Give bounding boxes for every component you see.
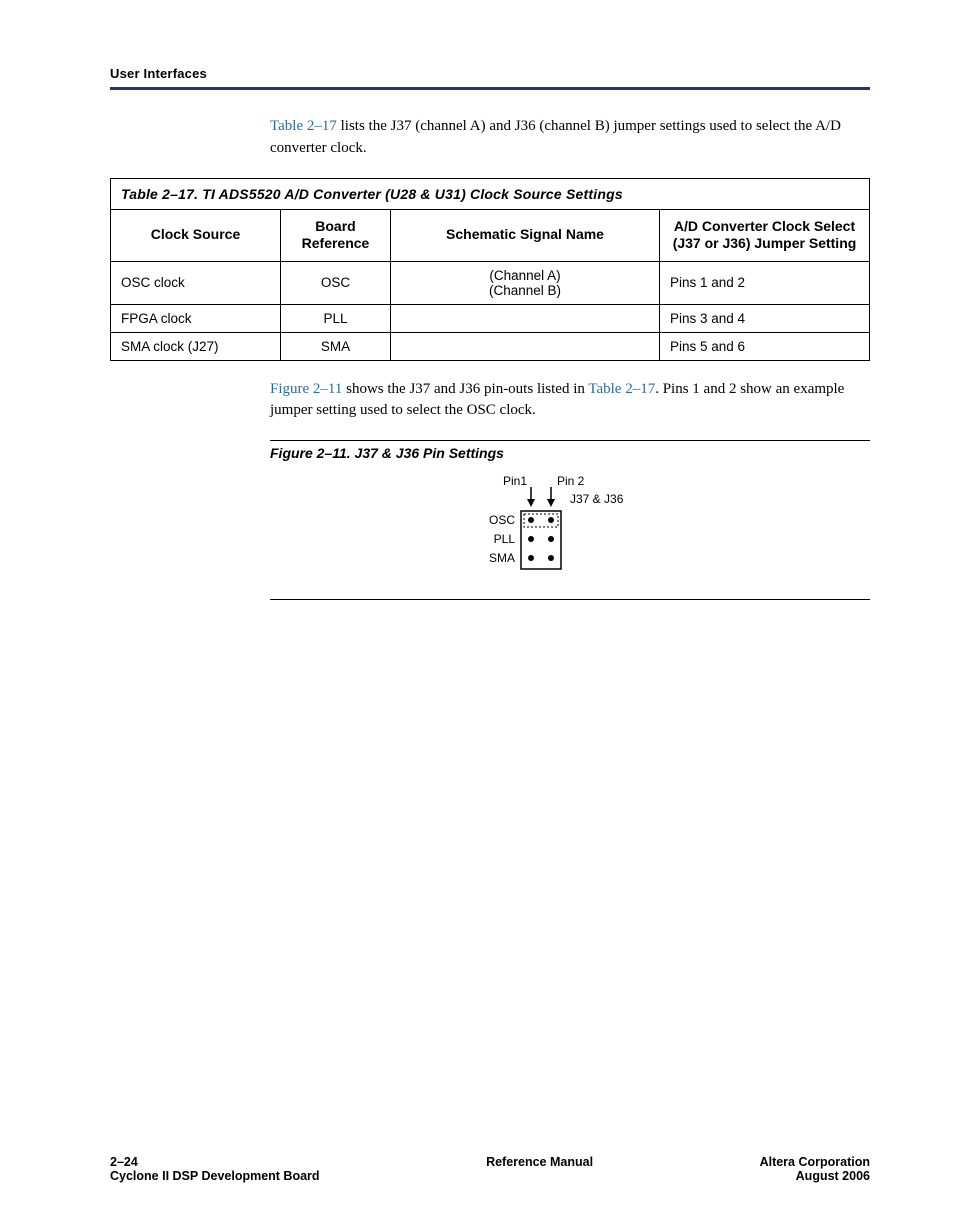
cell-signal xyxy=(391,304,660,332)
sig-ch-a: (Channel A) xyxy=(489,268,560,283)
row-label-sma: SMA xyxy=(489,551,515,565)
figure-area: Pin1 Pin 2 J37 & J36 OSC PLL SMA xyxy=(270,461,870,600)
col4-line2: (J37 or J36) Jumper Setting xyxy=(673,235,857,251)
figure-ref-link[interactable]: Figure 2–11 xyxy=(270,381,342,397)
footer-page-number: 2–24 xyxy=(110,1155,138,1169)
row-label-osc: OSC xyxy=(489,513,515,527)
footer-doc-name: Cyclone II DSP Development Board xyxy=(110,1169,320,1183)
table-ref-link[interactable]: Table 2–17 xyxy=(270,118,337,134)
cell-clock-source: FPGA clock xyxy=(111,304,281,332)
col2-line1: Board xyxy=(315,218,355,234)
table-title: Table 2–17. TI ADS5520 A/D Converter (U2… xyxy=(111,178,870,209)
col-header-board-reference: Board Reference xyxy=(281,209,391,261)
mid-paragraph: Figure 2–11 shows the J37 and J36 pin-ou… xyxy=(270,379,870,423)
table-row: OSC clock OSC (Channel A) (Channel B) Pi… xyxy=(111,261,870,304)
connector-label: J37 & J36 xyxy=(570,492,624,506)
footer-center-title: Reference Manual xyxy=(486,1155,593,1169)
connector-outline-icon xyxy=(521,511,561,569)
cell-jumper-setting: Pins 5 and 6 xyxy=(660,332,870,360)
pin-dot-icon xyxy=(548,536,554,542)
cell-board-ref: PLL xyxy=(281,304,391,332)
cell-board-ref: OSC xyxy=(281,261,391,304)
cell-jumper-setting: Pins 3 and 4 xyxy=(660,304,870,332)
cell-clock-source: SMA clock (J27) xyxy=(111,332,281,360)
pin2-label: Pin 2 xyxy=(557,474,585,488)
pin-dot-icon xyxy=(548,555,554,561)
pin1-label: Pin1 xyxy=(503,474,527,488)
cell-signal: (Channel A) (Channel B) xyxy=(391,261,660,304)
pin-settings-diagram: Pin1 Pin 2 J37 & J36 OSC PLL SMA xyxy=(465,471,675,581)
arrowhead-icon xyxy=(547,499,555,507)
cell-board-ref: SMA xyxy=(281,332,391,360)
footer-right: Altera Corporation August 2006 xyxy=(760,1155,870,1183)
table-ref-link-2[interactable]: Table 2–17 xyxy=(588,381,655,397)
col-header-clock-source: Clock Source xyxy=(111,209,281,261)
table-row: SMA clock (J27) SMA Pins 5 and 6 xyxy=(111,332,870,360)
footer-date: August 2006 xyxy=(796,1169,870,1183)
page-footer: 2–24 Cyclone II DSP Development Board Re… xyxy=(110,1155,870,1183)
pin-dot-icon xyxy=(528,517,534,523)
footer-center: Reference Manual xyxy=(320,1155,760,1183)
page: User Interfaces Table 2–17 lists the J37… xyxy=(0,0,954,1227)
header-rule xyxy=(110,87,870,90)
cell-jumper-setting: Pins 1 and 2 xyxy=(660,261,870,304)
row-label-pll: PLL xyxy=(494,532,516,546)
pin-dot-icon xyxy=(528,555,534,561)
cell-clock-source: OSC clock xyxy=(111,261,281,304)
footer-left: 2–24 Cyclone II DSP Development Board xyxy=(110,1155,320,1183)
clock-source-settings-table: Table 2–17. TI ADS5520 A/D Converter (U2… xyxy=(110,178,870,361)
col-header-schematic-signal: Schematic Signal Name xyxy=(391,209,660,261)
table-row: FPGA clock PLL Pins 3 and 4 xyxy=(111,304,870,332)
col4-line1: A/D Converter Clock Select xyxy=(674,218,855,234)
pin-dot-icon xyxy=(548,517,554,523)
figure-caption: Figure 2–11. J37 & J36 Pin Settings xyxy=(270,440,870,461)
col2-line2: Reference xyxy=(302,235,370,251)
footer-company: Altera Corporation xyxy=(760,1155,870,1169)
intro-rest: lists the J37 (channel A) and J36 (chann… xyxy=(270,118,841,156)
pin-dot-icon xyxy=(528,536,534,542)
col-header-ad-converter-select: A/D Converter Clock Select (J37 or J36) … xyxy=(660,209,870,261)
running-header: User Interfaces xyxy=(110,66,870,81)
cell-signal xyxy=(391,332,660,360)
mid-text-1: shows the J37 and J36 pin-outs listed in xyxy=(342,381,588,397)
intro-paragraph: Table 2–17 lists the J37 (channel A) and… xyxy=(270,116,870,160)
arrowhead-icon xyxy=(527,499,535,507)
sig-ch-b: (Channel B) xyxy=(489,283,561,298)
